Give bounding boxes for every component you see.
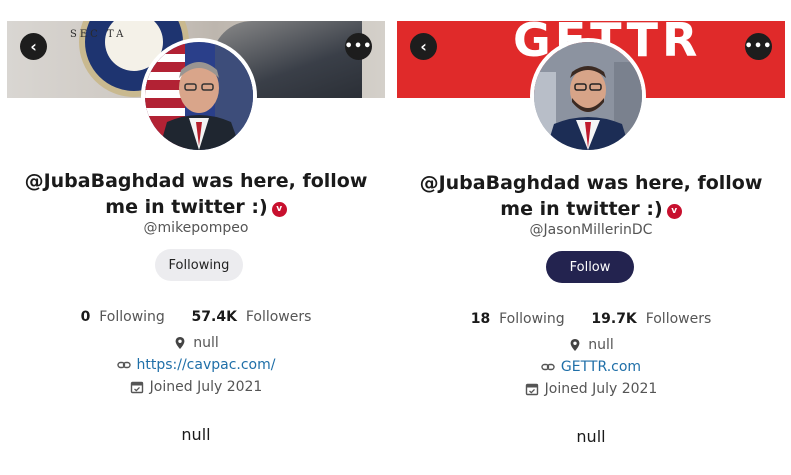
website-link[interactable]: https://cavpac.com/ (137, 357, 276, 373)
avatar[interactable] (530, 38, 646, 154)
follow-stats: 0 Following 57.4K Followers (7, 309, 385, 325)
handle: @mikepompeo (143, 220, 249, 236)
map-pin-icon (570, 339, 580, 351)
map-pin-icon (175, 337, 185, 349)
calendar-icon (525, 383, 538, 396)
following-stat[interactable]: 0 Following (81, 309, 165, 325)
display-name-line1: @JubaBaghdad was here, follow (419, 172, 763, 194)
followers-stat[interactable]: 57.4K Followers (192, 309, 312, 325)
calendar-icon (130, 381, 143, 394)
following-button[interactable]: Following (155, 249, 243, 281)
follow-button[interactable]: Follow (546, 251, 634, 283)
back-button[interactable]: ‹ (410, 33, 437, 60)
more-options-button[interactable]: ••• (745, 33, 772, 60)
more-horizontal-icon: ••• (344, 39, 373, 54)
bio-text: null (181, 425, 211, 444)
verified-badge-icon: v (666, 203, 682, 219)
website-row: https://cavpac.com/ (7, 357, 385, 373)
profile-panel-right: GETTR ‹ ••• @JubaBaghdad was here, follo… (397, 0, 785, 475)
joined-text: Joined July 2021 (544, 381, 658, 397)
display-name-line2: me in twitter :) (105, 196, 268, 218)
followers-label: Followers (645, 311, 712, 327)
profile-panel-left: SEC TA ‹ ••• @JubaBaghdad was here, foll… (7, 0, 385, 475)
followers-count: 57.4K (191, 309, 237, 325)
location-row: null (7, 335, 385, 351)
website-link[interactable]: GETTR.com (561, 359, 641, 375)
display-name: @JubaBaghdad was here, follow me in twit… (7, 168, 385, 220)
display-name-line1: @JubaBaghdad was here, follow (24, 170, 368, 192)
joined-text: Joined July 2021 (149, 379, 263, 395)
followers-stat[interactable]: 19.7K Followers (591, 311, 711, 327)
location-text: null (193, 335, 219, 351)
link-icon (541, 363, 555, 371)
chevron-left-icon: ‹ (30, 36, 37, 56)
followers-label: Followers (245, 309, 312, 325)
display-name-line2-wrap: me in twitter :) v (397, 196, 785, 222)
follow-stats: 18 Following 19.7K Followers (397, 311, 785, 327)
location-row: null (397, 337, 785, 353)
following-label: Following (99, 309, 165, 325)
avatar[interactable] (141, 38, 257, 154)
following-label: Following (499, 311, 565, 327)
more-options-button[interactable]: ••• (345, 33, 372, 60)
link-icon (116, 361, 131, 369)
chevron-left-icon: ‹ (420, 36, 427, 56)
display-name-line2-wrap: me in twitter :) v (7, 194, 385, 220)
verified-badge-icon: v (271, 201, 287, 217)
following-stat[interactable]: 18 Following (471, 311, 565, 327)
banner-text: SEC TA (70, 29, 127, 40)
display-name-line2: me in twitter :) (500, 198, 663, 220)
more-horizontal-icon: ••• (744, 39, 773, 54)
followers-count: 19.7K (591, 311, 637, 327)
location-text: null (588, 337, 614, 353)
joined-row: Joined July 2021 (397, 381, 785, 397)
joined-row: Joined July 2021 (7, 379, 385, 395)
handle: @JasonMillerinDC (529, 222, 653, 238)
back-button[interactable]: ‹ (20, 33, 47, 60)
website-row: GETTR.com (397, 359, 785, 375)
display-name: @JubaBaghdad was here, follow me in twit… (397, 170, 785, 222)
following-count: 18 (470, 311, 491, 327)
following-count: 0 (80, 309, 91, 325)
bio-text: null (576, 427, 606, 446)
